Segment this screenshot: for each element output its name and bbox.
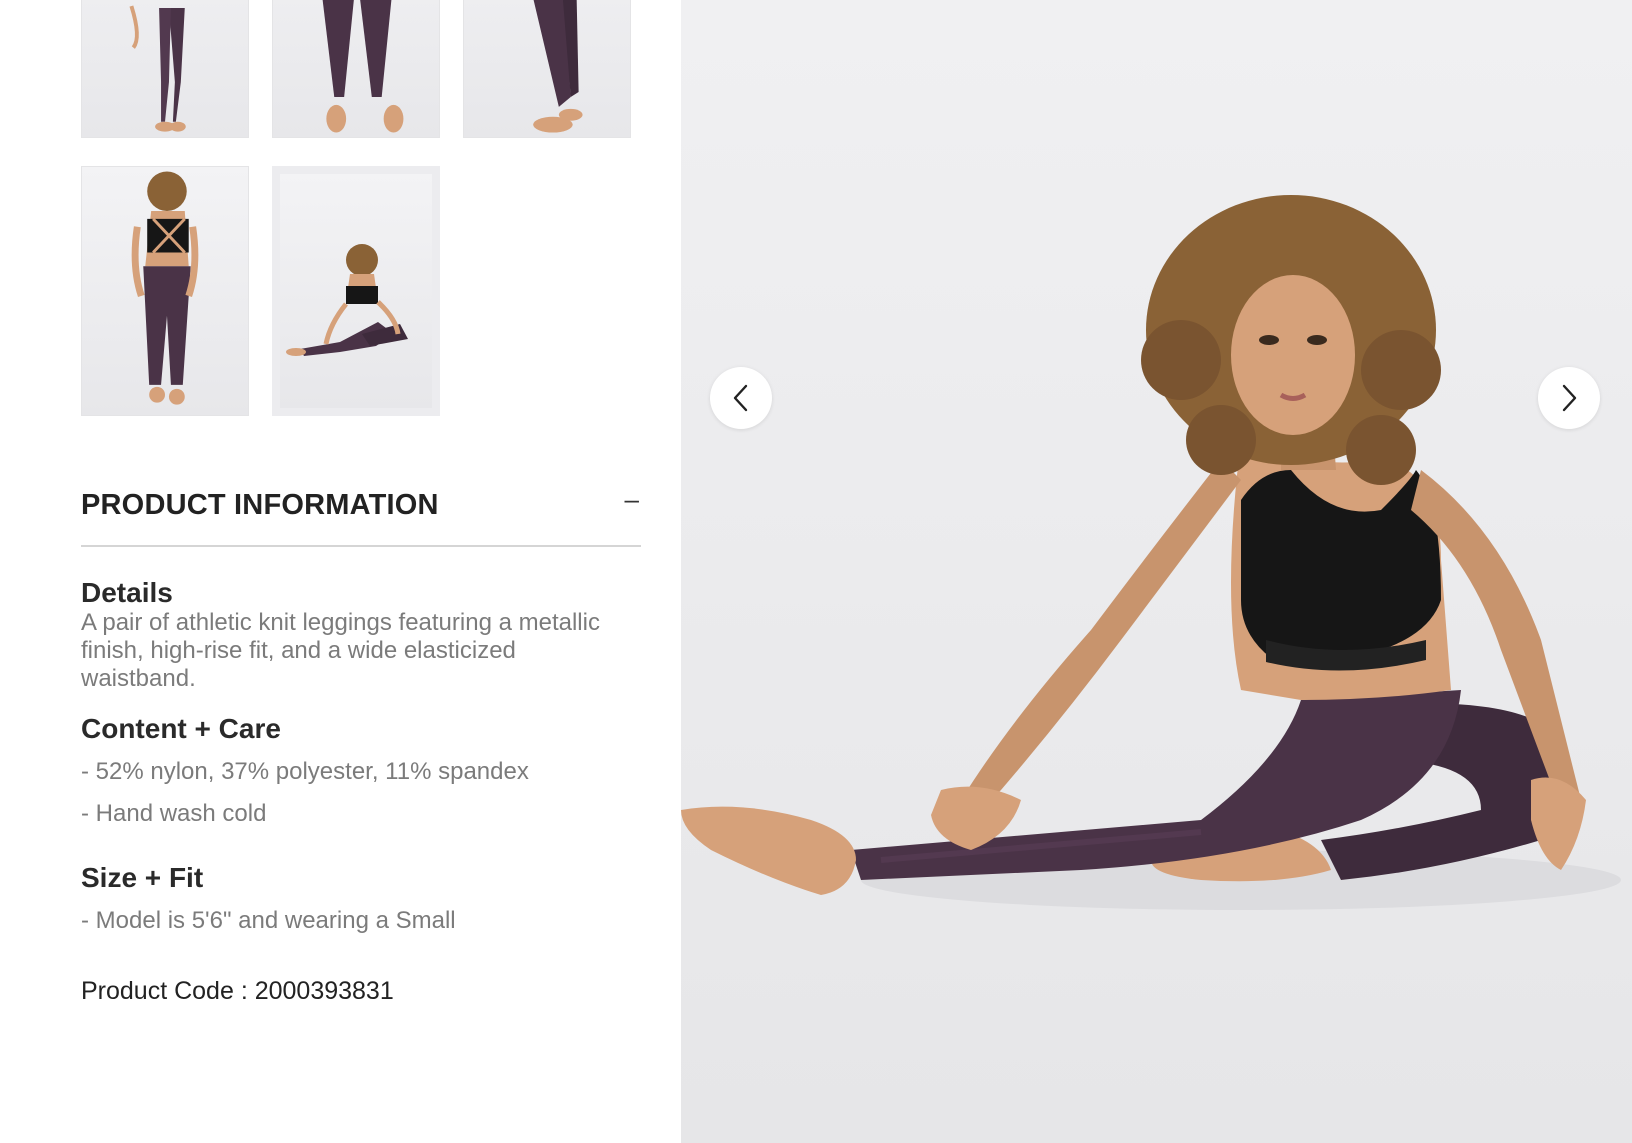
model-seated-stretch-photo: [681, 195, 1621, 910]
next-image-button[interactable]: [1538, 367, 1600, 429]
thumbnail-image: [286, 244, 408, 356]
content-care-item: - Hand wash cold: [81, 800, 267, 827]
size-fit-item: - Model is 5'6" and wearing a Small: [81, 907, 456, 934]
thumbnail-front-full[interactable]: [81, 0, 249, 138]
thumbnail-image: [533, 0, 583, 133]
size-fit-heading: Size + Fit: [81, 862, 204, 893]
product-information-title: PRODUCT INFORMATION: [81, 489, 439, 521]
product-information-header[interactable]: PRODUCT INFORMATION –: [81, 480, 641, 547]
chevron-left-icon: [733, 384, 748, 412]
previous-image-button[interactable]: [710, 367, 772, 429]
main-product-image: [681, 0, 1632, 1143]
thumbnail-side-legs[interactable]: [463, 0, 631, 138]
details-text: A pair of athletic knit leggings featuri…: [81, 609, 600, 692]
thumbnail-image: [129, 5, 186, 132]
thumbnail-front-legs[interactable]: [272, 0, 440, 138]
collapse-icon[interactable]: –: [625, 484, 639, 515]
thumbnail-image: [322, 0, 404, 133]
thumbnail-image: [131, 171, 199, 405]
content-care-item: - 52% nylon, 37% polyester, 11% spandex: [81, 758, 529, 785]
product-information-panel: PRODUCT INFORMATION – Details A pair of …: [81, 480, 641, 1006]
chevron-right-icon: [1562, 384, 1577, 412]
content-care-heading: Content + Care: [81, 713, 281, 744]
thumbnail-back-full[interactable]: [81, 166, 249, 416]
thumbnail-seated-stretch[interactable]: [272, 166, 440, 416]
details-heading: Details: [81, 577, 173, 608]
product-code: Product Code : 2000393831: [81, 977, 394, 1005]
